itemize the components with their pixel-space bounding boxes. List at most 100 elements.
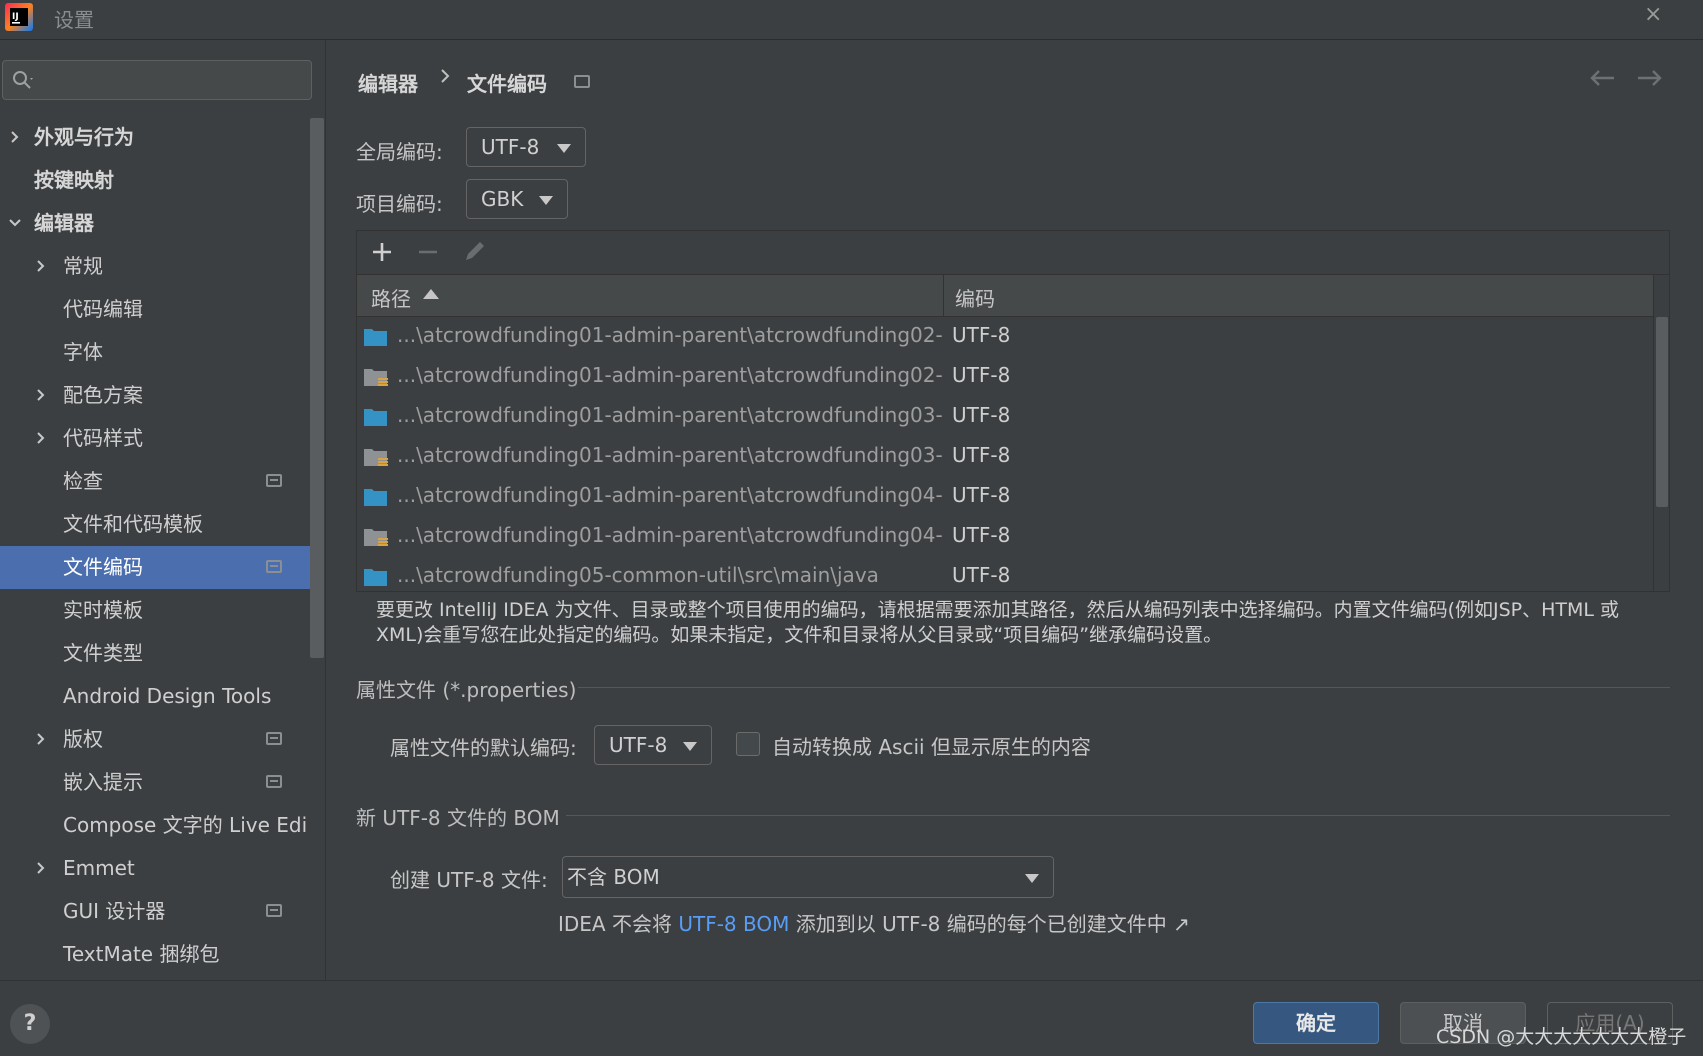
row-path: ...\atcrowdfunding05-common-util\src\mai… (397, 563, 879, 587)
table-row[interactable]: ...\atcrowdfunding01-admin-parent\atcrow… (357, 317, 1653, 357)
sidebar-item[interactable]: 嵌入提示 (0, 761, 310, 804)
project-scope-icon (266, 775, 282, 788)
close-button[interactable]: × (1644, 2, 1662, 27)
row-encoding[interactable]: UTF-8 (952, 323, 1010, 347)
remove-icon[interactable] (415, 239, 441, 265)
bom-hint-prefix: IDEA 不会将 (558, 912, 679, 936)
chevron-down-icon (1025, 874, 1039, 883)
sidebar-item[interactable]: Android Design Tools (0, 675, 310, 718)
sidebar-item-label: Emmet (63, 856, 135, 880)
sidebar-item[interactable]: 按键映射 (0, 159, 310, 202)
breadcrumb-parent[interactable]: 编辑器 (358, 68, 418, 97)
sidebar-item[interactable]: GUI 设计器 (0, 890, 310, 933)
project-scope-icon (266, 560, 282, 573)
sidebar-item[interactable]: 文件类型 (0, 632, 310, 675)
project-encoding-select[interactable]: GBK (466, 179, 568, 219)
chevron-right-icon[interactable] (8, 130, 22, 144)
table-scrollbar[interactable] (1653, 275, 1669, 591)
forward-arrow-icon[interactable] (1636, 68, 1664, 88)
table-row[interactable]: ...\atcrowdfunding01-admin-parent\atcrow… (357, 357, 1653, 397)
watermark: CSDN @大大大大大大大橙子 (1436, 1026, 1687, 1048)
resources-folder-icon (364, 529, 388, 546)
table-toolbar (357, 231, 1669, 275)
sidebar-item[interactable]: 检查 (0, 460, 310, 503)
sidebar-item[interactable]: 代码编辑 (0, 288, 310, 331)
search-icon (13, 71, 33, 89)
column-divider[interactable] (943, 275, 944, 317)
sidebar-scrollbar[interactable] (310, 118, 324, 658)
global-encoding-select[interactable]: UTF-8 (466, 127, 586, 167)
ok-button[interactable]: 确定 (1253, 1002, 1379, 1044)
sidebar-item[interactable]: TextMate 捆绑包 (0, 933, 310, 976)
sidebar-item-label: 嵌入提示 (63, 770, 143, 794)
sidebar-item[interactable]: 实时模板 (0, 589, 310, 632)
row-encoding[interactable]: UTF-8 (952, 363, 1010, 387)
folder-icon (364, 409, 387, 426)
chevron-right-icon[interactable] (34, 732, 48, 746)
row-encoding[interactable]: UTF-8 (952, 523, 1010, 547)
ascii-conversion-checkbox[interactable] (736, 732, 760, 756)
sidebar-item[interactable]: 外观与行为 (0, 116, 310, 159)
row-encoding[interactable]: UTF-8 (952, 403, 1010, 427)
chevron-down-icon (557, 144, 571, 153)
table-scrollbar-thumb[interactable] (1656, 317, 1668, 507)
row-encoding[interactable]: UTF-8 (952, 483, 1010, 507)
sidebar-item-label: 实时模板 (63, 598, 143, 622)
row-path: ...\atcrowdfunding01-admin-parent\atcrow… (397, 523, 943, 547)
chevron-right-icon[interactable] (34, 388, 48, 402)
chevron-down-icon (539, 196, 553, 205)
table-row[interactable]: ...\atcrowdfunding01-admin-parent\atcrow… (357, 397, 1653, 437)
sidebar-item[interactable]: 字体 (0, 331, 310, 374)
chevron-down-icon[interactable] (8, 216, 22, 230)
chevron-right-icon[interactable] (34, 259, 48, 273)
properties-default-encoding-select[interactable]: UTF-8 (594, 725, 712, 765)
utf8-bom-link[interactable]: UTF-8 BOM (678, 912, 789, 936)
sidebar-item-label: 文件编码 (63, 555, 143, 579)
sidebar-item-label: Android Design Tools (63, 684, 272, 708)
sidebar-item[interactable]: 代码样式 (0, 417, 310, 460)
ascii-conversion-label[interactable]: 自动转换成 Ascii 但显示原生的内容 (772, 731, 1091, 760)
create-utf8-bom-select[interactable]: 不含 BOM (562, 856, 1054, 898)
add-icon[interactable] (369, 239, 395, 265)
table-row[interactable]: ...\atcrowdfunding01-admin-parent\atcrow… (357, 477, 1653, 517)
row-encoding[interactable]: UTF-8 (952, 443, 1010, 467)
encoding-description: 要更改 IntelliJ IDEA 为文件、目录或整个项目使用的编码，请根据需要… (376, 599, 1620, 646)
section-divider (578, 687, 1670, 688)
bom-section-title: 新 UTF-8 文件的 BOM (356, 806, 560, 830)
section-divider (566, 815, 1670, 816)
chevron-right-icon[interactable] (34, 431, 48, 445)
sidebar-item[interactable]: 编辑器 (0, 202, 310, 245)
table-row[interactable]: ...\atcrowdfunding01-admin-parent\atcrow… (357, 437, 1653, 477)
svg-text:IJ: IJ (12, 12, 19, 22)
sidebar-item-label: Compose 文字的 Live Edi (63, 813, 308, 837)
sidebar-item[interactable]: 常规 (0, 245, 310, 288)
global-encoding-label: 全局编码: (356, 140, 443, 164)
table-row[interactable]: ...\atcrowdfunding01-admin-parent\atcrow… (357, 517, 1653, 557)
sidebar-item[interactable]: 版权 (0, 718, 310, 761)
edit-pencil-icon[interactable] (461, 237, 489, 265)
row-encoding[interactable]: UTF-8 (952, 563, 1010, 587)
chevron-right-icon[interactable] (34, 861, 48, 875)
sidebar-item[interactable]: 文件和代码模板 (0, 503, 310, 546)
column-header-encoding[interactable]: 编码 (955, 283, 995, 312)
sidebar-item[interactable]: Emmet (0, 847, 310, 890)
row-path: ...\atcrowdfunding01-admin-parent\atcrow… (397, 443, 943, 467)
properties-default-encoding-value: UTF-8 (609, 733, 668, 757)
column-header-path[interactable]: 路径 (371, 283, 411, 312)
row-path: ...\atcrowdfunding01-admin-parent\atcrow… (397, 363, 943, 387)
table-row[interactable]: ...\atcrowdfunding05-common-util\src\mai… (357, 557, 1653, 591)
back-arrow-icon[interactable] (1588, 68, 1616, 88)
breadcrumb-current: 文件编码 (467, 72, 547, 96)
help-button[interactable]: ? (10, 1004, 50, 1044)
sidebar-item-label: 按键映射 (34, 168, 114, 192)
sidebar-item-label: 代码样式 (63, 426, 143, 450)
settings-search-input[interactable] (2, 60, 312, 100)
project-scope-icon (574, 75, 590, 88)
project-scope-icon (266, 904, 282, 917)
project-scope-icon (266, 732, 282, 745)
sidebar-item[interactable]: Compose 文字的 Live Edi (0, 804, 310, 847)
table-header: 路径 编码 (357, 275, 1653, 317)
sidebar-item[interactable]: 文件编码 (0, 546, 310, 589)
resources-folder-icon (364, 369, 388, 386)
sidebar-item[interactable]: 配色方案 (0, 374, 310, 417)
